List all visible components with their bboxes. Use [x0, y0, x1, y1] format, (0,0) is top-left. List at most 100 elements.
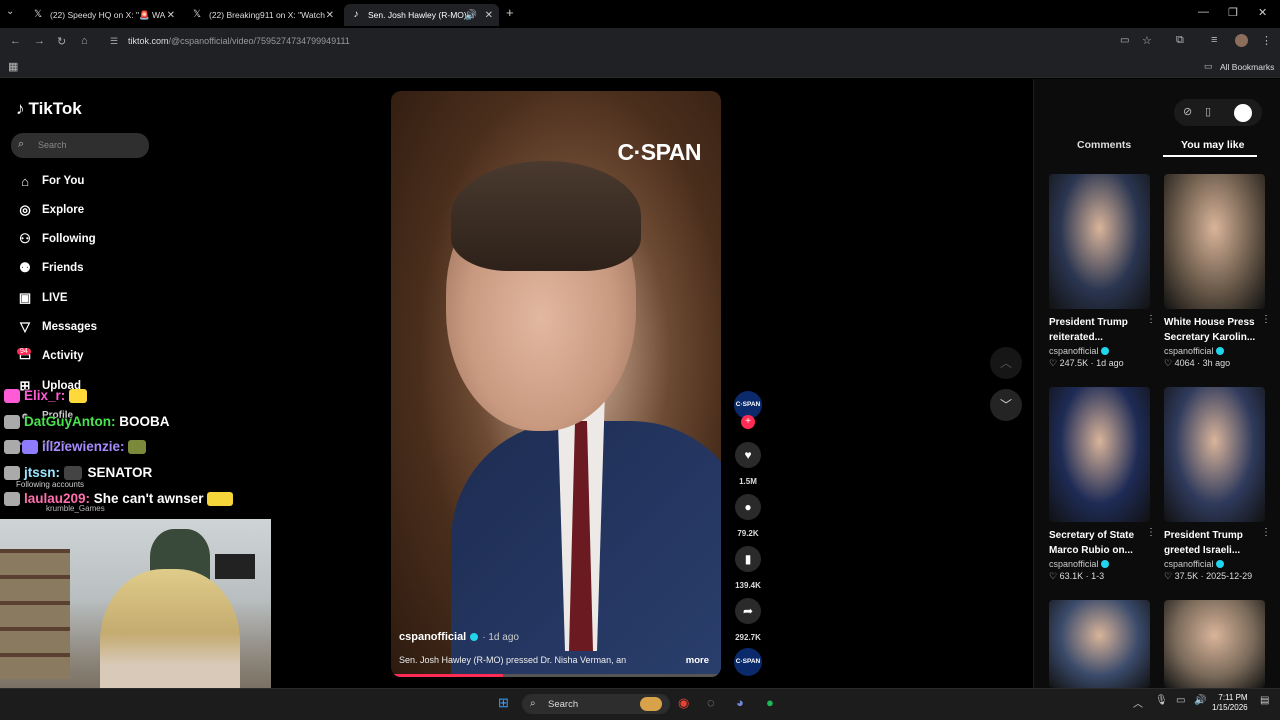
- app-icon[interactable]: ◌: [707, 695, 715, 710]
- like-button[interactable]: ♥: [735, 442, 761, 468]
- previous-video-button[interactable]: ︿: [990, 347, 1022, 379]
- badge-icon: [4, 440, 20, 455]
- recommended-video-card[interactable]: White House Press Secretary Karolin... c…: [1164, 174, 1271, 369]
- recommended-video-card[interactable]: Secretary of State Marco Rubio on... csp…: [1049, 387, 1156, 582]
- tab-comments[interactable]: Comments: [1077, 139, 1131, 151]
- speaker-icon[interactable]: 🔊: [465, 10, 477, 21]
- toggle-switch[interactable]: [1234, 104, 1252, 122]
- device-icon[interactable]: ▯: [1205, 105, 1211, 118]
- more-options-icon[interactable]: ⋮: [1146, 314, 1156, 325]
- video-thumbnail[interactable]: [1049, 174, 1150, 309]
- recommended-video-card[interactable]: President Trump reiterated... cspanoffic…: [1049, 174, 1156, 369]
- apps-grid-icon[interactable]: ▦: [8, 60, 18, 73]
- recommended-video-card[interactable]: [1049, 600, 1150, 688]
- video-thumbnail[interactable]: [1164, 174, 1265, 309]
- nav-messages[interactable]: ▽ Messages: [16, 317, 97, 337]
- webcam-monitor: [215, 554, 255, 579]
- verified-icon: [1216, 347, 1225, 355]
- all-bookmarks-link[interactable]: All Bookmarks: [1220, 62, 1274, 72]
- video-thumbnail[interactable]: [1164, 600, 1265, 688]
- windows-start-icon[interactable]: ⊞: [498, 695, 509, 711]
- video-author[interactable]: cspanofficial · 1d ago: [399, 631, 519, 643]
- search-input[interactable]: ⌕ Search: [11, 133, 149, 158]
- x-logo-icon: 𝕏: [33, 9, 43, 20]
- comment-button[interactable]: ●: [735, 494, 761, 520]
- taskbar-search[interactable]: ⌕ Search: [522, 694, 670, 714]
- profile-avatar-icon[interactable]: [1235, 34, 1248, 47]
- nav-for-you[interactable]: ⌂ For You: [16, 171, 84, 191]
- more-options-icon[interactable]: ⋮: [1146, 527, 1156, 538]
- active-tab-indicator: [1163, 155, 1257, 157]
- tab-search-icon[interactable]: ⌄: [6, 6, 14, 17]
- reload-icon[interactable]: ↻: [57, 35, 66, 48]
- system-clock[interactable]: 7:11 PM 1/15/2026: [1212, 693, 1248, 713]
- search-icon: ⌕: [18, 138, 25, 150]
- follow-plus-icon[interactable]: +: [741, 415, 755, 429]
- speed-icon[interactable]: ⊘: [1183, 105, 1192, 118]
- live-icon: ▣: [18, 290, 32, 305]
- more-options-icon[interactable]: ⋮: [1261, 527, 1271, 538]
- nav-live[interactable]: ▣ LIVE: [16, 288, 68, 308]
- verified-icon: [1216, 560, 1225, 568]
- media-icon[interactable]: ≡: [1211, 34, 1217, 46]
- cast-icon[interactable]: ▭: [1120, 35, 1129, 46]
- tiktok-logo-icon: ♪: [353, 9, 359, 20]
- recommended-video-card[interactable]: [1164, 600, 1265, 688]
- following-accounts-heading: Following accounts: [16, 480, 85, 489]
- menu-icon[interactable]: ⋮: [1261, 34, 1272, 47]
- cspan-watermark: C·SPAN: [617, 139, 702, 165]
- back-icon[interactable]: ←: [10, 35, 21, 47]
- notifications-icon[interactable]: ▤: [1260, 695, 1269, 706]
- nav-following[interactable]: ⚇ Following: [16, 229, 95, 249]
- activity-badge: 94: [17, 348, 31, 355]
- network-icon[interactable]: ▭: [1176, 695, 1185, 706]
- comment-icon: ●: [744, 500, 752, 514]
- chat-message: jtssn: SENATOR: [4, 465, 152, 481]
- video-thumbnail[interactable]: [1049, 600, 1150, 688]
- video-description: Sen. Josh Hawley (R-MO) pressed Dr. Nish…: [399, 655, 627, 665]
- new-tab-icon[interactable]: +: [506, 5, 514, 20]
- nav-explore[interactable]: ◎ Explore: [16, 200, 84, 220]
- close-window-icon[interactable]: ✕: [1258, 6, 1267, 19]
- search-highlight-icon: [640, 697, 662, 711]
- spotify-icon[interactable]: ●: [766, 695, 774, 710]
- close-tab-icon[interactable]: ✕: [326, 10, 334, 21]
- chrome-icon[interactable]: ◉: [678, 695, 689, 711]
- chevron-up-icon[interactable]: ︿: [1133, 695, 1143, 710]
- browser-tab-strip: ⌄ 𝕏 (22) Speedy HQ on X: "🚨 WA ✕ 𝕏 (22) …: [0, 0, 1280, 28]
- forward-icon[interactable]: →: [34, 35, 45, 47]
- volume-icon[interactable]: 🔊: [1194, 695, 1206, 706]
- sound-avatar[interactable]: C·SPAN: [734, 648, 762, 676]
- minimize-icon[interactable]: —: [1198, 6, 1209, 18]
- video-thumbnail[interactable]: [1049, 387, 1150, 522]
- recommended-video-card[interactable]: President Trump greeted Israeli... cspan…: [1164, 387, 1271, 582]
- tiktok-logo[interactable]: ♪ TikTok: [16, 99, 82, 119]
- extensions-icon[interactable]: ⧉: [1176, 34, 1184, 47]
- bookmark-star-icon[interactable]: ☆: [1142, 34, 1152, 47]
- x-logo-icon: 𝕏: [192, 9, 202, 20]
- close-tab-icon[interactable]: ✕: [485, 10, 493, 21]
- save-button[interactable]: ▮: [735, 546, 761, 572]
- search-icon: ⌕: [530, 698, 536, 709]
- verified-icon: [1101, 347, 1110, 355]
- share-button[interactable]: ➦: [735, 598, 761, 624]
- discord-icon[interactable]: ◕: [736, 695, 744, 710]
- more-options-icon[interactable]: ⋮: [1261, 314, 1271, 325]
- share-count: 292.7K: [735, 633, 761, 642]
- next-video-button[interactable]: ﹀: [990, 389, 1022, 421]
- more-button[interactable]: more: [686, 655, 709, 666]
- maximize-icon[interactable]: ❐: [1228, 6, 1238, 19]
- video-thumbnail[interactable]: [1164, 387, 1265, 522]
- video-player[interactable]: C·SPAN cspanofficial · 1d ago Sen. Josh …: [391, 91, 721, 677]
- video-progress-bar[interactable]: [391, 674, 721, 677]
- nav-friends[interactable]: ⚉ Friends: [16, 258, 83, 278]
- tab-breaking911[interactable]: 𝕏 (22) Breaking911 on X: "Watch ✕: [185, 4, 340, 26]
- tab-speedy-hq[interactable]: 𝕏 (22) Speedy HQ on X: "🚨 WA ✕: [26, 4, 181, 26]
- close-tab-icon[interactable]: ✕: [167, 10, 175, 21]
- site-info-icon[interactable]: ☰: [110, 36, 118, 47]
- tab-you-may-like[interactable]: You may like: [1181, 139, 1244, 151]
- tab-tiktok-active[interactable]: ♪ Sen. Josh Hawley (R-MO) p 🔊 ✕: [344, 4, 499, 26]
- home-icon[interactable]: ⌂: [81, 35, 88, 47]
- chat-message: DatGuyAnton: BOOBA: [4, 414, 170, 430]
- microphone-icon[interactable]: 🎙: [1155, 695, 1168, 706]
